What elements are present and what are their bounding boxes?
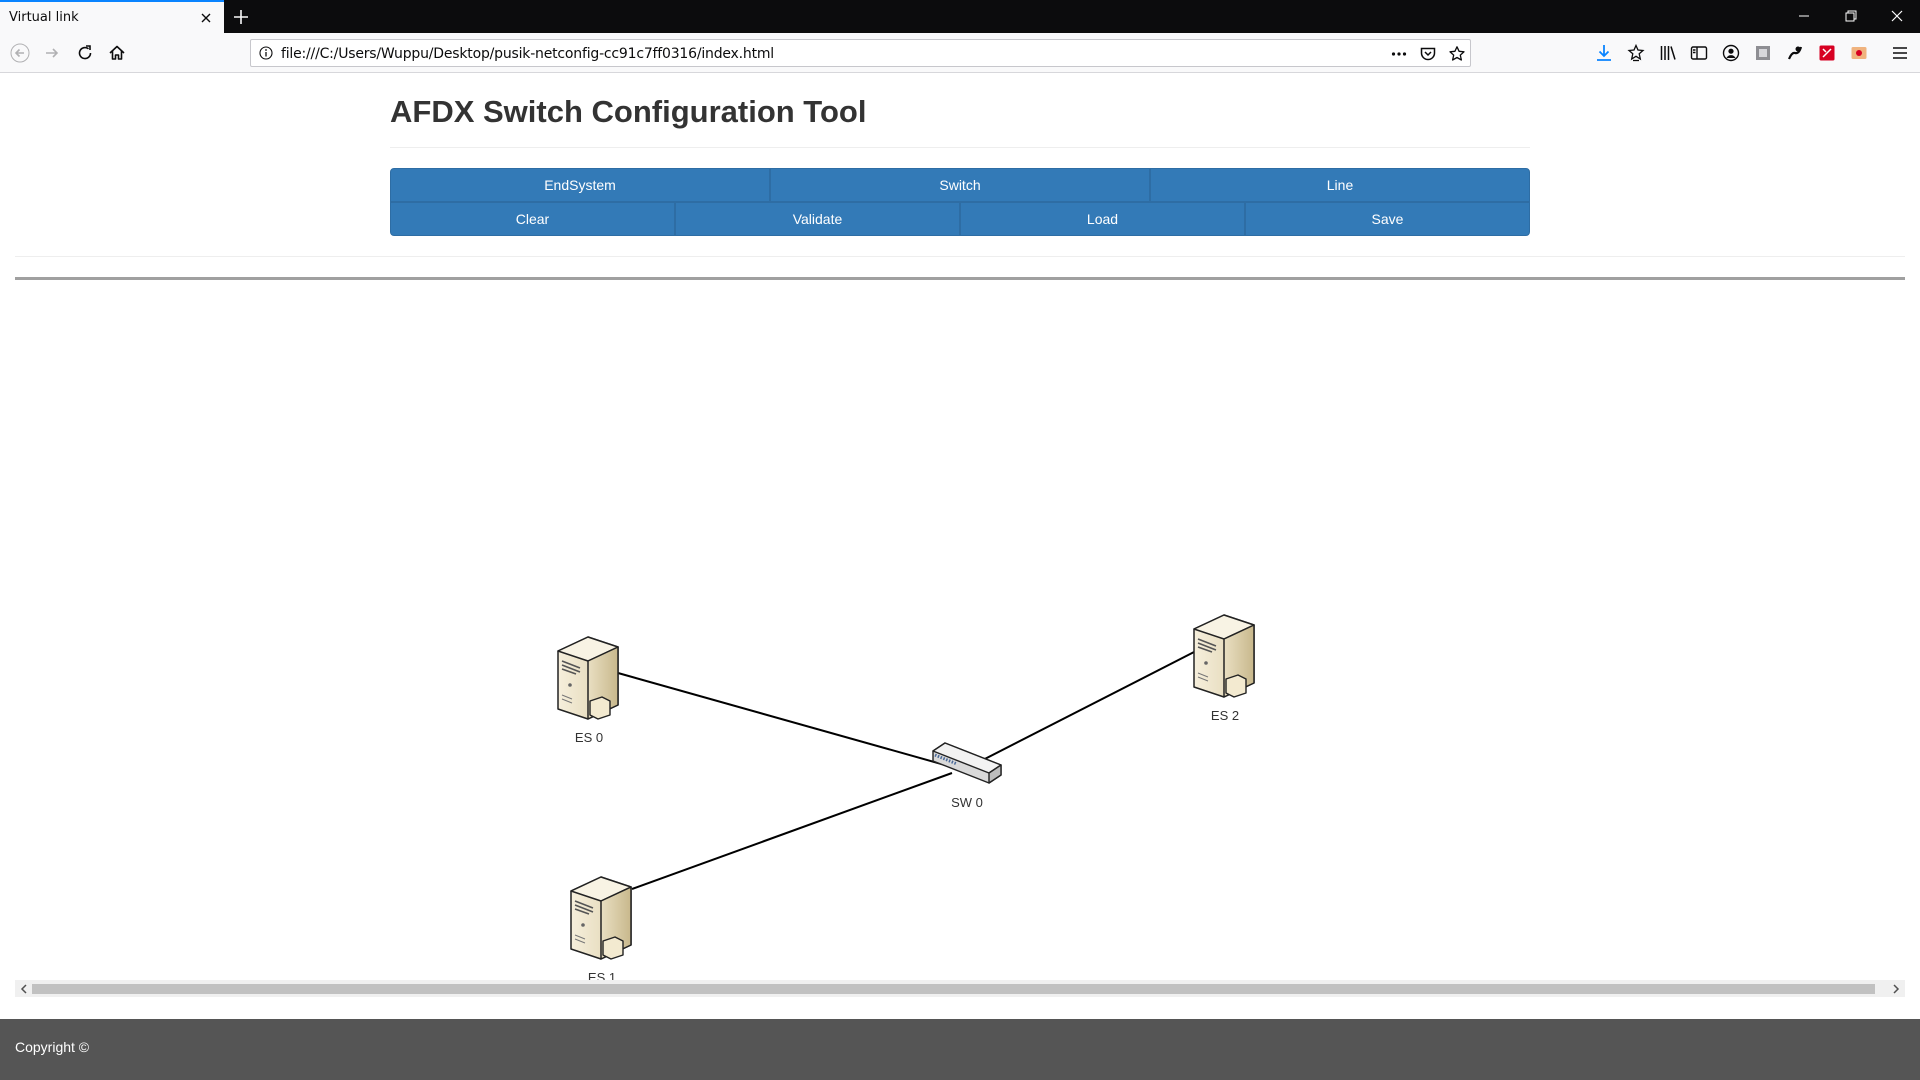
page-title: AFDX Switch Configuration Tool bbox=[390, 94, 867, 129]
extension-icon[interactable] bbox=[1849, 43, 1869, 63]
forward-icon[interactable] bbox=[42, 43, 62, 63]
extension-icon[interactable] bbox=[1817, 43, 1837, 63]
reload-icon[interactable] bbox=[75, 43, 95, 63]
action-toolbar: Clear Validate Load Save bbox=[390, 202, 1530, 236]
pocket-icon[interactable] bbox=[1419, 45, 1437, 63]
scroll-left-icon[interactable] bbox=[18, 983, 30, 995]
save-button[interactable]: Save bbox=[1245, 202, 1530, 236]
end-system-node[interactable]: ES 2 bbox=[1193, 614, 1255, 723]
clear-button[interactable]: Clear bbox=[390, 202, 675, 236]
more-icon[interactable] bbox=[1390, 45, 1408, 63]
menu-icon[interactable] bbox=[1890, 43, 1910, 63]
extension-icon[interactable] bbox=[1785, 43, 1805, 63]
node-label: ES 2 bbox=[1211, 708, 1239, 723]
library-icon[interactable] bbox=[1658, 43, 1678, 63]
footer: Copyright © bbox=[0, 1019, 1920, 1080]
server-icon bbox=[570, 876, 632, 960]
switch-button[interactable]: Switch bbox=[770, 168, 1150, 202]
account-icon[interactable] bbox=[1721, 43, 1741, 63]
title-divider bbox=[390, 147, 1530, 148]
page-content: AFDX Switch Configuration Tool EndSystem… bbox=[0, 74, 1920, 1080]
end-system-node[interactable]: ES 1 bbox=[570, 876, 632, 985]
minimize-icon[interactable] bbox=[1796, 8, 1812, 24]
new-tab-icon[interactable] bbox=[232, 8, 250, 26]
page-divider bbox=[15, 256, 1905, 257]
browser-tab-bar: Virtual link bbox=[0, 0, 1920, 33]
browser-tab[interactable]: Virtual link bbox=[0, 0, 224, 33]
browser-nav-bar: file:///C:/Users/Wuppu/Desktop/pusik-net… bbox=[0, 33, 1920, 73]
copyright-text: Copyright © bbox=[15, 1039, 90, 1055]
close-tab-icon[interactable] bbox=[198, 10, 214, 26]
network-diagram[interactable]: ES 0 ES 1 ES 2 SW 0 bbox=[15, 280, 1905, 1047]
line-button[interactable]: Line bbox=[1150, 168, 1530, 202]
info-icon[interactable] bbox=[259, 46, 273, 60]
extension-icon[interactable] bbox=[1753, 43, 1773, 63]
address-bar[interactable]: file:///C:/Users/Wuppu/Desktop/pusik-net… bbox=[250, 39, 1471, 67]
restore-icon[interactable] bbox=[1843, 8, 1859, 24]
link-es1-sw0[interactable] bbox=[631, 772, 953, 890]
sidebar-icon[interactable] bbox=[1689, 43, 1709, 63]
scroll-right-icon[interactable] bbox=[1890, 983, 1902, 995]
reading-list-icon[interactable] bbox=[1626, 43, 1646, 63]
node-label: ES 0 bbox=[575, 730, 603, 745]
horizontal-scrollbar[interactable] bbox=[15, 980, 1905, 997]
end-system-node[interactable]: ES 0 bbox=[557, 636, 619, 745]
close-window-icon[interactable] bbox=[1889, 8, 1905, 24]
validate-button[interactable]: Validate bbox=[675, 202, 960, 236]
server-icon bbox=[557, 636, 619, 720]
home-icon[interactable] bbox=[107, 43, 127, 63]
endsystem-button[interactable]: EndSystem bbox=[390, 168, 770, 202]
link-es2-sw0[interactable] bbox=[974, 650, 1197, 765]
tab-title: Virtual link bbox=[9, 10, 79, 25]
scrollbar-thumb[interactable] bbox=[32, 984, 1875, 994]
link-es0-sw0[interactable] bbox=[617, 672, 953, 768]
network-canvas[interactable]: ES 0 ES 1 ES 2 SW 0 bbox=[15, 277, 1905, 1050]
bookmark-star-icon[interactable] bbox=[1448, 45, 1466, 63]
download-icon[interactable] bbox=[1594, 43, 1614, 63]
server-icon bbox=[1193, 614, 1255, 698]
element-toolbar: EndSystem Switch Line bbox=[390, 168, 1530, 202]
url-text[interactable]: file:///C:/Users/Wuppu/Desktop/pusik-net… bbox=[281, 46, 774, 62]
node-label: SW 0 bbox=[951, 795, 983, 810]
load-button[interactable]: Load bbox=[960, 202, 1245, 236]
back-icon[interactable] bbox=[10, 43, 30, 63]
